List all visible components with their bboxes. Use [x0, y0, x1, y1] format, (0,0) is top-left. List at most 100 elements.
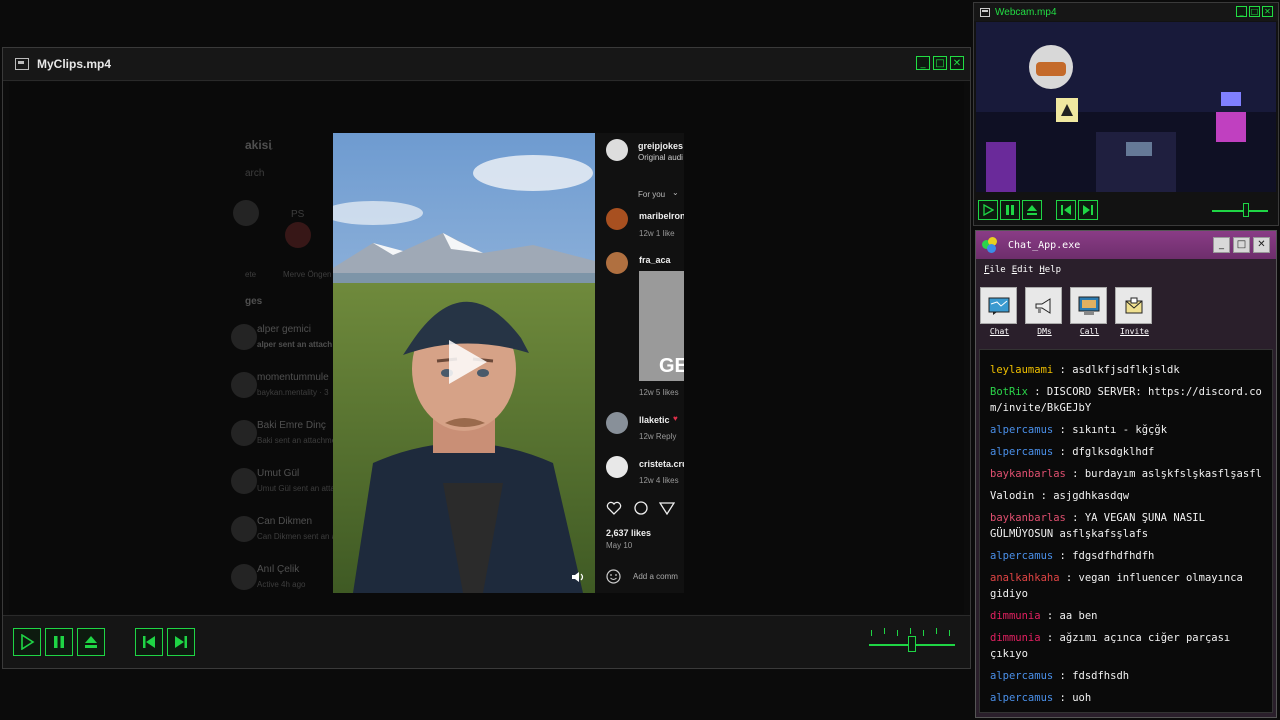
- comment-gif[interactable]: GE: [639, 271, 684, 381]
- chat-text: dfglksdgklhdf: [1072, 446, 1155, 458]
- comment-user[interactable]: fra_aca: [639, 255, 671, 265]
- chat-titlebar[interactable]: Chat_App.exe _ □ ✕: [976, 231, 1276, 259]
- ig-thread-name[interactable]: Can Dikmen: [257, 516, 312, 527]
- play-button[interactable]: [978, 200, 998, 220]
- previous-button[interactable]: [135, 628, 163, 656]
- maximize-button[interactable]: □: [1233, 237, 1250, 253]
- tool-chat[interactable]: Chat: [980, 287, 1019, 336]
- chat-username[interactable]: dimmunia: [990, 610, 1041, 622]
- chat-username[interactable]: analkahkaha: [990, 572, 1060, 584]
- minimize-button[interactable]: _: [1213, 237, 1230, 253]
- skip-forward-icon: [175, 636, 187, 648]
- add-comment-input[interactable]: Add a comm: [633, 572, 678, 581]
- chat-message: alpercamus : fdgsdfhdfhdfh: [990, 550, 1155, 562]
- pause-button[interactable]: [1000, 200, 1020, 220]
- next-button[interactable]: [1078, 200, 1098, 220]
- reel-video[interactable]: [333, 133, 595, 593]
- chat-log[interactable]: leylaumami : asdlkfjsdflkjsldk BotRix : …: [979, 349, 1273, 713]
- chat-username[interactable]: alpercamus: [990, 692, 1053, 704]
- previous-button[interactable]: [1056, 200, 1076, 220]
- myclips-title: MyClips.mp4: [37, 57, 112, 71]
- comment-meta: 12w 5 likes: [639, 388, 679, 397]
- chat-message: analkahkaha : vegan influencer olmayınca…: [990, 572, 1243, 600]
- menu-file[interactable]: File: [984, 265, 1006, 275]
- chat-text: fdgsdfhdfhdfh: [1072, 550, 1155, 562]
- comment-filter[interactable]: For you: [638, 190, 665, 199]
- volume-knob[interactable]: [908, 636, 916, 652]
- minimize-button[interactable]: _: [1236, 6, 1247, 17]
- comment-user[interactable]: cristeta.cru: [639, 459, 684, 469]
- gif-text: GE: [659, 355, 684, 377]
- webcam-window-controls: _ □ ✕: [1236, 6, 1273, 17]
- volume-knob[interactable]: [1242, 203, 1249, 217]
- chat-username[interactable]: baykanbarlas: [990, 512, 1066, 524]
- chat-username[interactable]: Valodin: [990, 490, 1034, 502]
- close-button[interactable]: ✕: [1262, 6, 1273, 17]
- chat-message: Valodin : asjgdhkasdqw: [990, 490, 1130, 502]
- avatar: [606, 456, 628, 478]
- comment-user[interactable]: llaketic: [639, 415, 670, 425]
- chat-username[interactable]: BotRix: [990, 386, 1028, 398]
- post-audio[interactable]: Original audi: [638, 153, 683, 162]
- webcam-feed: [976, 22, 1276, 192]
- like-heart-icon[interactable]: [606, 501, 622, 515]
- share-icon[interactable]: [659, 501, 675, 515]
- minimize-button[interactable]: _: [916, 56, 930, 70]
- comment-user[interactable]: maribelron: [639, 211, 684, 221]
- chat-username[interactable]: alpercamus: [990, 424, 1053, 436]
- eject-button[interactable]: [1022, 200, 1042, 220]
- ig-thread-name[interactable]: Baki Emre Dinç: [257, 420, 326, 431]
- eject-button[interactable]: [77, 628, 105, 656]
- ig-thread-name[interactable]: Umut Gül: [257, 468, 299, 479]
- skip-back-icon: [1061, 205, 1071, 215]
- comment-bubble-icon[interactable]: [633, 501, 649, 515]
- play-icon: [21, 634, 35, 650]
- chat-text: asdlkfjsdflkjsldk: [1072, 364, 1180, 376]
- player-controlbar: [3, 615, 970, 668]
- volume-slider[interactable]: [1210, 198, 1270, 222]
- ig-thread-name[interactable]: momentummule: [257, 372, 329, 383]
- maximize-button[interactable]: □: [1249, 6, 1260, 17]
- menu-help[interactable]: Help: [1039, 265, 1061, 275]
- play-button[interactable]: [13, 628, 41, 656]
- ig-thread-name[interactable]: alper gemici: [257, 324, 311, 335]
- chat-text: fdsdfhsdh: [1072, 670, 1130, 682]
- ig-thread-preview: baykan.mentality · 3: [257, 388, 329, 397]
- chat-icon: [980, 287, 1017, 324]
- post-author[interactable]: greipjokes: [638, 141, 683, 151]
- play-overlay-button[interactable]: [445, 338, 489, 391]
- envelope-icon: [1115, 287, 1152, 324]
- maximize-button[interactable]: □: [933, 56, 947, 70]
- chat-username[interactable]: alpercamus: [990, 446, 1053, 458]
- chat-username[interactable]: baykanbarlas: [990, 468, 1066, 480]
- chat-app-window: Chat_App.exe _ □ ✕ File Edit Help Chat D…: [975, 230, 1277, 718]
- volume-track: [1212, 210, 1268, 212]
- menu-edit[interactable]: Edit: [1012, 265, 1034, 275]
- emoji-icon[interactable]: [606, 569, 621, 584]
- close-button[interactable]: ✕: [1253, 237, 1270, 253]
- close-button[interactable]: ✕: [950, 56, 964, 70]
- tool-dms-label: DMs: [1037, 327, 1052, 336]
- volume-slider[interactable]: [865, 626, 959, 660]
- chat-username[interactable]: leylaumami: [990, 364, 1053, 376]
- tool-dms[interactable]: DMs: [1025, 287, 1064, 336]
- webcam-titlebar[interactable]: Webcam.mp4 _ □ ✕: [974, 3, 1278, 21]
- chat-text: burdayım aslşkfslşkasflşasfl: [1084, 468, 1262, 480]
- ig-thread-preview: Umut Gül sent an atta: [257, 484, 335, 493]
- next-button[interactable]: [167, 628, 195, 656]
- ig-thread-name[interactable]: Anıl Çelik: [257, 564, 299, 575]
- tool-call[interactable]: Call: [1070, 287, 1109, 336]
- pause-button[interactable]: [45, 628, 73, 656]
- chat-username[interactable]: alpercamus: [990, 670, 1053, 682]
- pause-icon: [54, 636, 64, 648]
- chat-username[interactable]: dimmunia: [990, 632, 1041, 644]
- chat-username[interactable]: alpercamus: [990, 550, 1053, 562]
- myclips-titlebar[interactable]: MyClips.mp4 _ □ ✕: [3, 48, 970, 81]
- speaker-icon[interactable]: [571, 571, 585, 583]
- ig-search[interactable]: arch: [245, 168, 264, 179]
- comment-meta: 12w 4 likes: [639, 476, 679, 485]
- post-date: May 10: [606, 541, 633, 550]
- chat-message: leylaumami : asdlkfjsdflkjsldk: [990, 364, 1180, 376]
- tool-invite[interactable]: Invite: [1115, 287, 1154, 336]
- chat-text: DISCORD SERVER: https://discord.com/invi…: [990, 386, 1262, 414]
